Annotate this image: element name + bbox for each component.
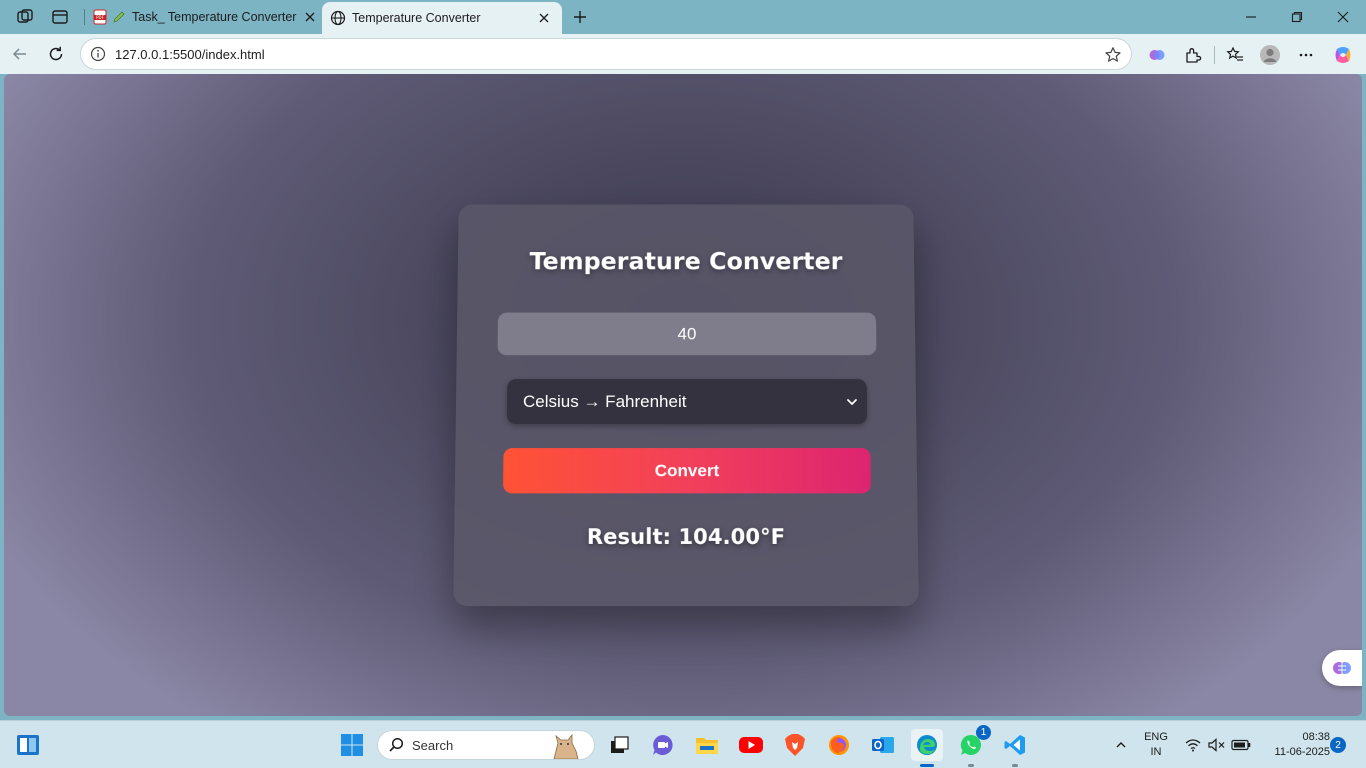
result-text: Result: 104.00°F [454,525,918,549]
tab-separator [84,9,85,25]
restore-button[interactable] [1274,0,1320,34]
favorite-star-icon[interactable] [1103,45,1123,65]
battery-icon[interactable] [1230,721,1252,768]
running-indicator [1012,764,1018,767]
converter-card: Temperature Converter Celsius → Fahrenhe… [453,205,918,607]
more-options-icon[interactable] [1293,42,1319,68]
copilot-icon[interactable] [1330,42,1356,68]
tab-task-pdf[interactable]: PDF Task_ Temperature Converter [86,2,322,32]
conversion-selected-value: Celsius → Fahrenheit [523,392,687,412]
page-viewport: Temperature Converter Celsius → Fahrenhe… [4,74,1362,716]
convert-button[interactable]: Convert [503,448,871,493]
vscode-icon[interactable] [999,729,1031,761]
region-code: IN [1140,745,1172,760]
close-window-button[interactable] [1320,0,1366,34]
url-host: 127.0.0.1 [115,47,169,62]
youtube-icon[interactable] [735,729,767,761]
system-clock[interactable]: 08:38 11-06-2025 [1258,730,1330,760]
input-language[interactable]: ENG IN [1140,730,1172,760]
url-text[interactable]: 127.0.0.1:5500/index.html [115,47,265,62]
teams-chat-icon[interactable] [647,729,679,761]
running-indicator [968,764,974,767]
firefox-icon[interactable] [823,729,855,761]
edge-browser-icon[interactable] [911,729,943,761]
info-icon[interactable] [89,45,107,63]
temperature-input[interactable] [498,313,877,356]
volume-muted-icon[interactable] [1207,721,1227,768]
minimize-button[interactable] [1228,0,1274,34]
pdf-icon: PDF [92,9,108,25]
chevron-up-icon[interactable] [1110,721,1132,768]
page-title: Temperature Converter [458,248,915,276]
tab-strip: PDF Task_ Temperature Converter Temperat… [0,0,1366,34]
tab-actions-icon[interactable] [49,6,71,28]
url-path: :5500/index.html [169,47,264,62]
back-button[interactable] [8,42,32,66]
extensions-icon[interactable] [1180,42,1206,68]
tab-temperature-converter[interactable]: Temperature Converter [322,2,562,34]
pencil-icon [112,10,126,24]
refresh-button[interactable] [44,42,68,66]
new-tab-button[interactable] [568,5,592,29]
close-icon[interactable] [299,6,321,28]
widgets-icon[interactable] [12,729,44,761]
task-view-icon[interactable] [603,729,635,761]
clock-time: 08:38 [1258,730,1330,745]
conversion-select[interactable]: Celsius → Fahrenheit [507,379,867,424]
taskbar-search[interactable]: Search [377,730,595,760]
active-indicator [920,764,934,767]
outlook-icon[interactable] [867,729,899,761]
notification-badge: 1 [976,725,991,740]
language-code: ENG [1140,730,1172,745]
tab-title: Temperature Converter [352,11,534,25]
taskbar: Search 1 ENG IN 08:38 11-06-2025 2 [0,720,1366,768]
toolbar-separator [1214,46,1215,64]
search-highlight-icon [544,731,588,760]
chevron-down-icon [845,394,859,408]
brave-browser-icon[interactable] [779,729,811,761]
search-icon [388,737,404,753]
svg-text:PDF: PDF [96,15,104,20]
favorites-icon[interactable] [1222,42,1248,68]
clock-date: 11-06-2025 [1258,745,1330,760]
browser-toolbar: 127.0.0.1:5500/index.html [0,34,1366,74]
wifi-icon[interactable] [1184,721,1202,768]
search-placeholder: Search [412,738,453,753]
globe-icon [330,10,346,26]
file-explorer-icon[interactable] [691,729,723,761]
workspaces-icon[interactable] [14,6,36,28]
close-icon[interactable] [534,8,554,28]
tab-title: Task_ Temperature Converter [132,10,322,24]
address-bar[interactable]: 127.0.0.1:5500/index.html [80,38,1132,70]
profile-avatar[interactable] [1257,42,1283,68]
notification-center-badge[interactable]: 2 [1330,737,1346,753]
copilot-extension-icon[interactable] [1144,42,1170,68]
start-button[interactable] [336,729,368,761]
whatsapp-icon[interactable]: 1 [955,729,987,761]
copilot-sidebar-button[interactable] [1322,650,1362,686]
